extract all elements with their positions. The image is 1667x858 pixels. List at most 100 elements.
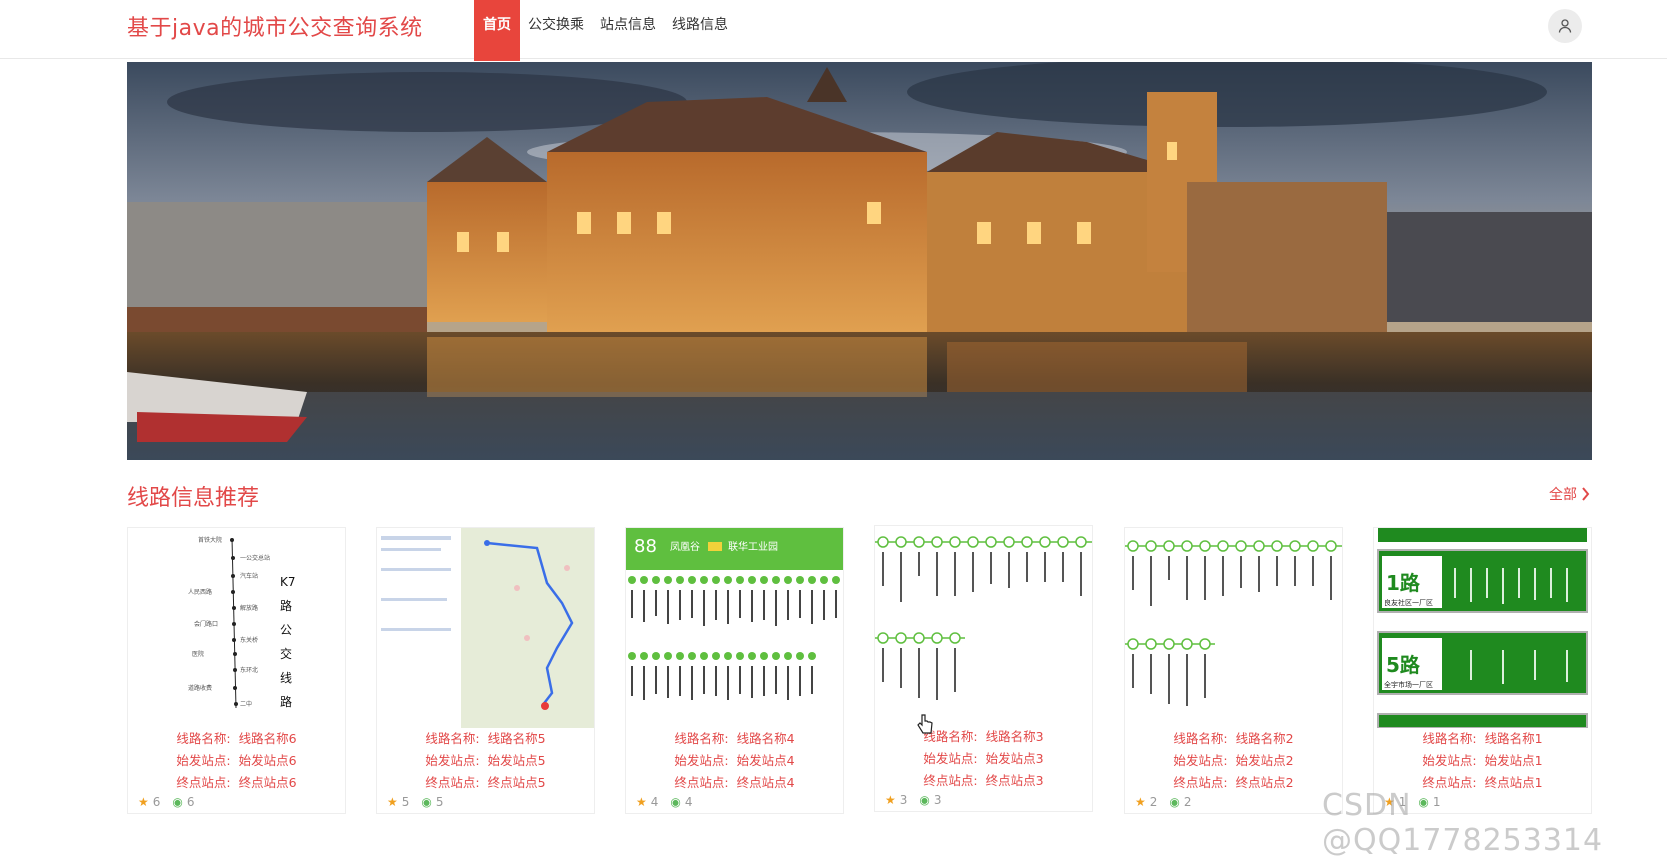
view-all-label: 全部	[1549, 487, 1577, 503]
route-card[interactable]: 88 凤凰谷 联华工业园 线路名称: 线路名称4 始发站点: 始发站点4 终点站…	[625, 527, 844, 814]
route-name-value: 线路名称3	[985, 729, 1044, 744]
route-name-label: 线路名称:	[1422, 731, 1477, 746]
route-thumbnail[interactable]: 首铁大院 一公交总站 汽车站 人民西路 解放路 会门路口 东关桥 医院 东环北 道路收费 二中…	[128, 528, 345, 728]
end-station-row: 终点站点: 终点站点4	[626, 772, 843, 794]
svg-text:会门路口: 会门路口	[194, 620, 218, 628]
route-name-label: 线路名称:	[674, 731, 729, 746]
star-count: 6	[152, 795, 161, 809]
route-card[interactable]: 线路名称: 线路名称2 始发站点: 始发站点2 终点站点: 终点站点2 ★ 2 ◉ 2	[1124, 527, 1343, 814]
start-station-row: 始发站点: 始发站点5	[377, 750, 594, 772]
main-nav: 首页 公交换乘 站点信息 线路信息	[474, 0, 736, 61]
view-all-link[interactable]: 全部	[1549, 484, 1590, 504]
end-station-value: 终点站点3	[985, 773, 1044, 788]
route-name-label: 线路名称:	[1173, 731, 1228, 746]
view-count: 3	[933, 793, 942, 807]
start-station-label: 始发站点:	[674, 753, 729, 768]
star-icon: ★	[387, 795, 398, 809]
svg-text:解放路: 解放路	[240, 604, 258, 612]
end-station-label: 终点站点:	[1173, 775, 1228, 790]
user-avatar[interactable]	[1548, 9, 1582, 43]
route-info: 线路名称: 线路名称1 始发站点: 始发站点1 终点站点: 终点站点1	[1374, 728, 1591, 794]
thumb-end: 联华工业园	[728, 540, 778, 553]
hero-banner[interactable]	[127, 62, 1592, 460]
end-station-row: 终点站点: 终点站点3	[875, 770, 1092, 792]
view-count: 2	[1183, 795, 1192, 809]
start-station-row: 始发站点: 始发站点4	[626, 750, 843, 772]
thumb-char: 公	[280, 623, 292, 637]
end-station-label: 终点站点:	[923, 773, 978, 788]
svg-text:医院: 医院	[192, 650, 204, 658]
star-count: 3	[899, 793, 908, 807]
route-name-value: 线路名称2	[1235, 731, 1294, 746]
card-stats: ★ 6 ◉ 6	[138, 795, 195, 809]
start-station-value: 始发站点6	[238, 753, 297, 768]
route-name-row: 线路名称: 线路名称5	[377, 728, 594, 750]
route-card[interactable]: 线路名称: 线路名称5 始发站点: 始发站点5 终点站点: 终点站点5 ★ 5 ◉ 5	[376, 527, 595, 814]
route-name-row: 线路名称: 线路名称6	[128, 728, 345, 750]
route-info: 线路名称: 线路名称2 始发站点: 始发站点2 终点站点: 终点站点2	[1125, 728, 1342, 794]
svg-text:东关桥: 东关桥	[240, 636, 258, 644]
start-station-value: 始发站点3	[985, 751, 1044, 766]
nav-transfer[interactable]: 公交换乘	[520, 0, 592, 61]
route-info: 线路名称: 线路名称6 始发站点: 始发站点6 终点站点: 终点站点6	[128, 728, 345, 794]
thumb-char: 路	[280, 598, 292, 613]
route-name-label: 线路名称:	[425, 731, 480, 746]
route-info: 线路名称: 线路名称5 始发站点: 始发站点5 终点站点: 终点站点5	[377, 728, 594, 794]
start-station-label: 始发站点:	[923, 751, 978, 766]
route-thumbnail[interactable]	[1125, 528, 1342, 728]
site-title[interactable]: 基于java的城市公交查询系统	[127, 10, 423, 42]
thumb-char: 线	[280, 671, 292, 685]
svg-text:人民西路: 人民西路	[188, 588, 212, 596]
thumb-route-1: 1路	[1386, 571, 1421, 595]
end-station-row: 终点站点: 终点站点6	[128, 772, 345, 794]
route-thumbnail[interactable]	[875, 526, 1092, 726]
thumb-route-number: K7	[280, 575, 296, 589]
eye-icon: ◉	[421, 795, 432, 809]
start-station-value: 始发站点1	[1484, 753, 1543, 768]
thumb-route-5: 5路	[1386, 653, 1421, 677]
end-station-value: 终点站点6	[238, 775, 297, 790]
route-name-value: 线路名称5	[487, 731, 546, 746]
star-icon: ★	[138, 795, 149, 809]
route-info: 线路名称: 线路名称4 始发站点: 始发站点4 终点站点: 终点站点4	[626, 728, 843, 794]
star-icon: ★	[1135, 795, 1146, 809]
route-name-row: 线路名称: 线路名称4	[626, 728, 843, 750]
thumb-route-number: 88	[634, 536, 657, 557]
route-card[interactable]: 线路名称: 线路名称3 始发站点: 始发站点3 终点站点: 终点站点3 ★ 3 ◉ 3	[874, 525, 1093, 812]
banner-image	[127, 62, 1592, 460]
start-station-value: 始发站点5	[487, 753, 546, 768]
nav-routes[interactable]: 线路信息	[664, 0, 736, 61]
route-map-image	[377, 528, 594, 728]
route-map-image	[875, 526, 1092, 726]
route-card[interactable]: 首铁大院 一公交总站 汽车站 人民西路 解放路 会门路口 东关桥 医院 东环北 道路收费 二中…	[127, 527, 346, 814]
end-station-label: 终点站点:	[674, 775, 729, 790]
section-title: 线路信息推荐	[127, 486, 260, 511]
route-thumbnail[interactable]	[377, 528, 594, 728]
nav-stations[interactable]: 站点信息	[592, 0, 664, 61]
route-thumbnail[interactable]: 1路 良友社区一厂区 5路 全宇市场一厂区	[1374, 528, 1591, 728]
user-icon	[1558, 19, 1572, 33]
route-name-value: 线路名称1	[1484, 731, 1543, 746]
route-thumbnail[interactable]: 88 凤凰谷 联华工业园	[626, 528, 843, 728]
start-station-row: 始发站点: 始发站点2	[1125, 750, 1342, 772]
start-station-label: 始发站点:	[1422, 753, 1477, 768]
route-name-row: 线路名称: 线路名称3	[875, 726, 1092, 748]
route-name-row: 线路名称: 线路名称1	[1374, 728, 1591, 750]
start-station-row: 始发站点: 始发站点3	[875, 748, 1092, 770]
route-name-value: 线路名称6	[238, 731, 297, 746]
svg-text:东环北: 东环北	[240, 666, 258, 674]
end-station-value: 终点站点4	[736, 775, 795, 790]
card-stats: ★ 3 ◉ 3	[885, 793, 942, 807]
end-station-value: 终点站点2	[1235, 775, 1294, 790]
thumb-stop-5: 全宇市场一厂区	[1384, 680, 1433, 689]
svg-text:首铁大院: 首铁大院	[198, 536, 222, 544]
start-station-row: 始发站点: 始发站点1	[1374, 750, 1591, 772]
view-count: 6	[186, 795, 195, 809]
route-map-image: 1路 良友社区一厂区 5路 全宇市场一厂区	[1374, 528, 1591, 728]
eye-icon: ◉	[1169, 795, 1180, 809]
nav-home[interactable]: 首页	[474, 0, 520, 61]
thumb-char: 交	[280, 646, 292, 661]
thumb-char: 路	[280, 694, 292, 709]
svg-text:一公交总站: 一公交总站	[240, 554, 270, 562]
route-card[interactable]: 1路 良友社区一厂区 5路 全宇市场一厂区 线路名称: 线路名称1 始发站点: 始发…	[1373, 527, 1592, 814]
